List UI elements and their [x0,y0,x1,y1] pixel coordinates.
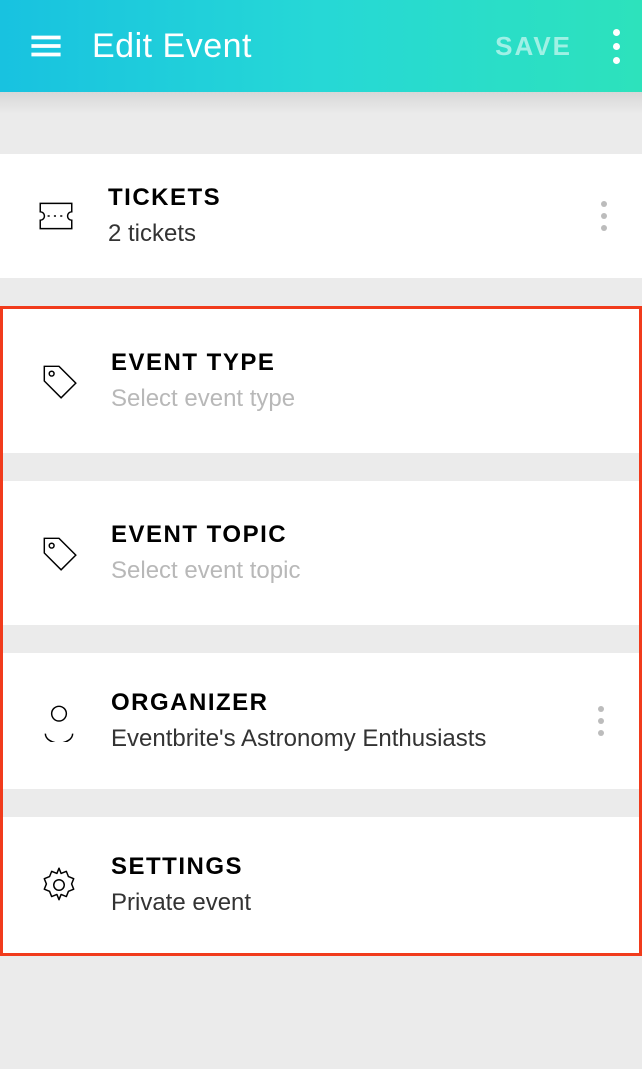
organizer-value: Eventbrite's Astronomy Enthusiasts [111,725,581,753]
tickets-value: 2 tickets [108,220,584,248]
save-button[interactable]: SAVE [477,31,590,62]
person-icon [29,700,89,742]
header-more-button[interactable] [590,29,642,64]
event-topic-title: EVENT TOPIC [111,521,621,549]
settings-row[interactable]: SETTINGS Private event [3,817,639,953]
more-vertical-icon [601,201,607,231]
event-type-title: EVENT TYPE [111,349,621,377]
page-title: Edit Event [92,27,477,66]
organizer-title: ORGANIZER [111,689,581,717]
highlighted-section: EVENT TYPE Select event type EVENT TOPIC… [0,306,642,956]
settings-value: Private event [111,889,621,917]
more-vertical-icon [613,29,620,64]
tickets-row[interactable]: TICKETS 2 tickets [0,154,642,278]
event-topic-value: Select event topic [111,557,621,585]
event-topic-row[interactable]: EVENT TOPIC Select event topic [3,481,639,625]
header-shadow [0,92,642,114]
more-vertical-icon [598,706,604,736]
settings-title: SETTINGS [111,853,621,881]
organizer-more-button[interactable] [581,706,621,736]
tickets-more-button[interactable] [584,201,624,231]
organizer-row[interactable]: ORGANIZER Eventbrite's Astronomy Enthusi… [3,653,639,789]
hamburger-icon [29,29,63,63]
tag-icon [29,532,89,574]
ticket-icon [26,195,86,237]
gear-icon [29,864,89,906]
event-type-row[interactable]: EVENT TYPE Select event type [3,309,639,453]
menu-button[interactable] [0,29,92,63]
tickets-title: TICKETS [108,184,584,212]
tag-icon [29,360,89,402]
app-header: Edit Event SAVE [0,0,642,92]
event-type-value: Select event type [111,385,621,413]
